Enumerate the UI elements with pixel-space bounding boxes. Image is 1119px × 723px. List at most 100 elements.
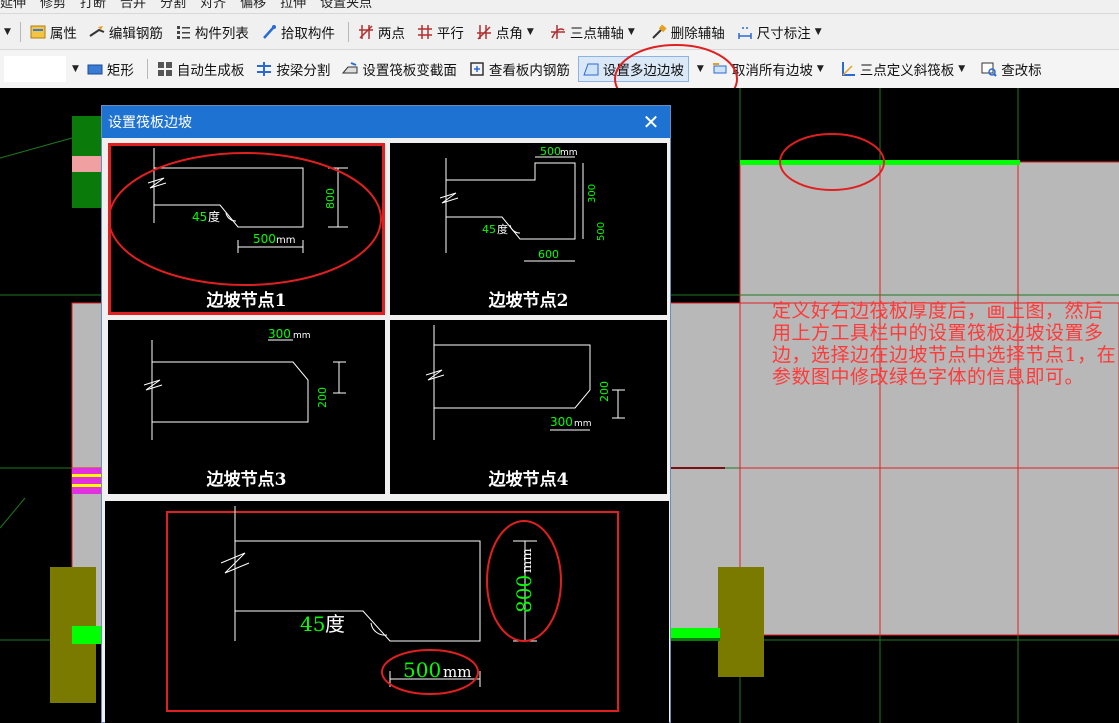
slope-node-4[interactable]: 300 mm 200 边坡节点4	[390, 320, 667, 494]
properties-icon	[30, 24, 46, 40]
node1-width-value: 500	[253, 232, 276, 246]
toolbar-separator	[347, 21, 349, 42]
slope-node-3-label: 边坡节点3	[206, 470, 287, 490]
slope-parameter-preview[interactable]: 45 度 500 mm 800 mm	[105, 501, 669, 723]
draw-mode-dropdown[interactable]: ▼	[72, 64, 79, 74]
slope-node-3[interactable]: 300 mm 200 边坡节点3	[108, 320, 385, 494]
split-by-beam-icon	[256, 61, 272, 77]
rectangle-label: 矩形	[106, 63, 134, 79]
pick-component-button[interactable]: 拾取构件	[257, 19, 339, 45]
node2-h1-value: 300	[587, 184, 598, 203]
toolbar-separator	[19, 21, 21, 42]
node4-height-value: 200	[598, 381, 611, 402]
close-icon[interactable]: ✕	[640, 110, 662, 134]
component-list-label: 构件列表	[194, 25, 249, 42]
three-point-slope-dropdown[interactable]: ▼	[958, 64, 965, 74]
point-angle-dropdown[interactable]: ▼	[527, 27, 534, 37]
view-rebar-icon	[469, 61, 485, 77]
toolbar-top-item[interactable]: 拉伸	[280, 0, 306, 10]
multi-edge-slope-label: 设置多边边坡	[602, 63, 684, 79]
node1-height-value: 800	[324, 188, 337, 209]
multi-edge-slope-button[interactable]: 设置多边边坡	[577, 56, 689, 82]
toolbar-top-partial: 延伸 修剪 打断 合并 分割 对齐 偏移 拉伸 设置夹点	[0, 0, 1119, 14]
dimension-icon	[737, 24, 753, 40]
preview-angle-unit: 度	[325, 612, 345, 636]
split-by-beam-button[interactable]: 按梁分割	[252, 56, 334, 82]
toolbar-top-item[interactable]: 合并	[120, 0, 146, 10]
split-by-beam-label: 按梁分割	[276, 63, 331, 79]
three-point-axis-label: 三点辅轴	[569, 25, 624, 42]
slope-node-1[interactable]: 45 度 500 mm 800 边坡节点1	[108, 143, 385, 315]
slope-node-2[interactable]: 500 mm 45 度 600 300 500 边坡节点2	[390, 143, 667, 315]
preview-diagram: 45 度 500 mm 800 mm	[166, 506, 619, 712]
edit-rebar-icon	[89, 24, 105, 40]
two-point-axis-button[interactable]: 两点	[354, 19, 409, 45]
auto-slab-label: 自动生成板	[176, 63, 245, 79]
three-point-axis-button[interactable]: 三点辅轴 ▼	[546, 19, 643, 45]
parallel-axis-button[interactable]: 平行	[413, 19, 468, 45]
toolbar-separator	[146, 59, 148, 79]
edit-rebar-label: 编辑钢筋	[108, 25, 163, 42]
pick-component-label: 拾取构件	[280, 25, 335, 42]
node3-width-value: 300	[268, 327, 291, 341]
three-point-slope-button[interactable]: 三点定义斜筏板 ▼	[836, 56, 973, 82]
toolbar-row-2: ▼ 矩形 自动生成板 按梁分割 设置筏板变截面 查看板内钢筋 设置多边边坡 ▼ …	[0, 50, 1119, 88]
check-elevation-icon	[981, 61, 997, 77]
three-point-axis-dropdown[interactable]: ▼	[628, 27, 635, 37]
multi-edge-slope-dropdown[interactable]: ▼	[697, 64, 704, 74]
check-elevation-button[interactable]: 查改标	[977, 56, 1046, 82]
toolbar-top-item[interactable]: 设置夹点	[320, 0, 372, 10]
node4-width-unit: mm	[574, 419, 592, 429]
variable-section-icon	[342, 61, 358, 77]
variable-section-button[interactable]: 设置筏板变截面	[338, 56, 461, 82]
dimension-dropdown[interactable]: ▼	[815, 27, 822, 37]
point-angle-label: 点角	[495, 25, 523, 42]
auto-slab-button[interactable]: 自动生成板	[153, 56, 249, 82]
delete-axis-icon	[651, 24, 667, 40]
slope-node-2-label: 边坡节点2	[488, 291, 569, 311]
edit-rebar-button[interactable]: 编辑钢筋	[85, 19, 167, 45]
cancel-slopes-dropdown[interactable]: ▼	[817, 64, 824, 74]
node4-width-value: 300	[550, 415, 573, 429]
node2-angle-unit: 度	[497, 222, 508, 236]
three-point-slope-icon	[840, 61, 856, 77]
preview-height-value: 800	[512, 575, 536, 613]
point-angle-button[interactable]: 点角 ▼	[472, 19, 542, 45]
view-rebar-label: 查看板内钢筋	[488, 63, 570, 79]
cancel-slopes-icon	[712, 61, 728, 77]
auto-slab-icon	[157, 61, 173, 77]
properties-button[interactable]: 属性	[26, 19, 81, 45]
node2-top-unit: mm	[560, 148, 578, 158]
three-point-axis-icon	[550, 24, 566, 40]
node2-bottom-value: 600	[538, 248, 559, 261]
rectangle-button[interactable]: 矩形	[83, 56, 138, 82]
toolbar-top-items: 延伸 修剪 打断 合并 分割 对齐 偏移 拉伸 设置夹点	[0, 0, 386, 13]
toolbar-top-item[interactable]: 对齐	[200, 0, 226, 10]
two-point-axis-icon	[358, 24, 374, 40]
dialog-title-bar[interactable]: 设置筏板边坡 ✕	[102, 106, 670, 138]
delete-axis-button[interactable]: 删除辅轴	[647, 19, 729, 45]
toolbar-top-item[interactable]: 打断	[80, 0, 106, 10]
cancel-slopes-button[interactable]: 取消所有边坡 ▼	[708, 56, 832, 82]
pick-component-icon	[261, 24, 277, 40]
view-rebar-button[interactable]: 查看板内钢筋	[465, 56, 574, 82]
variable-section-label: 设置筏板变截面	[362, 63, 457, 79]
toolbar-top-item[interactable]: 修剪	[40, 0, 66, 10]
toolbar-top-item[interactable]: 延伸	[0, 0, 26, 10]
toolbar-top-item[interactable]: 分割	[160, 0, 186, 10]
dimension-button[interactable]: 尺寸标注 ▼	[733, 19, 830, 45]
slope-node-4-label: 边坡节点4	[488, 470, 569, 490]
slope-settings-dialog: 设置筏板边坡 ✕ 45 度 500 mm 800 边坡节点1 500 mm 45…	[101, 105, 671, 723]
toolbar-dropdown-arrow[interactable]: ▼	[4, 27, 11, 37]
toolbar-top-item[interactable]: 偏移	[240, 0, 266, 10]
properties-label: 属性	[49, 25, 77, 42]
node3-width-unit: mm	[293, 331, 311, 341]
component-list-button[interactable]: 构件列表	[171, 19, 253, 45]
preview-height-unit: mm	[520, 548, 535, 573]
node1-angle-value: 45	[192, 210, 207, 224]
node2-h2-value: 500	[596, 222, 607, 241]
node2-angle-value: 45	[482, 223, 496, 236]
draw-mode-combo[interactable]	[4, 56, 66, 82]
toolbar-row-1: ▼ 属性 编辑钢筋 构件列表 拾取构件 两点 平行 点角 ▼ 三点辅轴 ▼ 删除辅轴…	[0, 14, 1119, 50]
point-angle-icon	[476, 24, 492, 40]
